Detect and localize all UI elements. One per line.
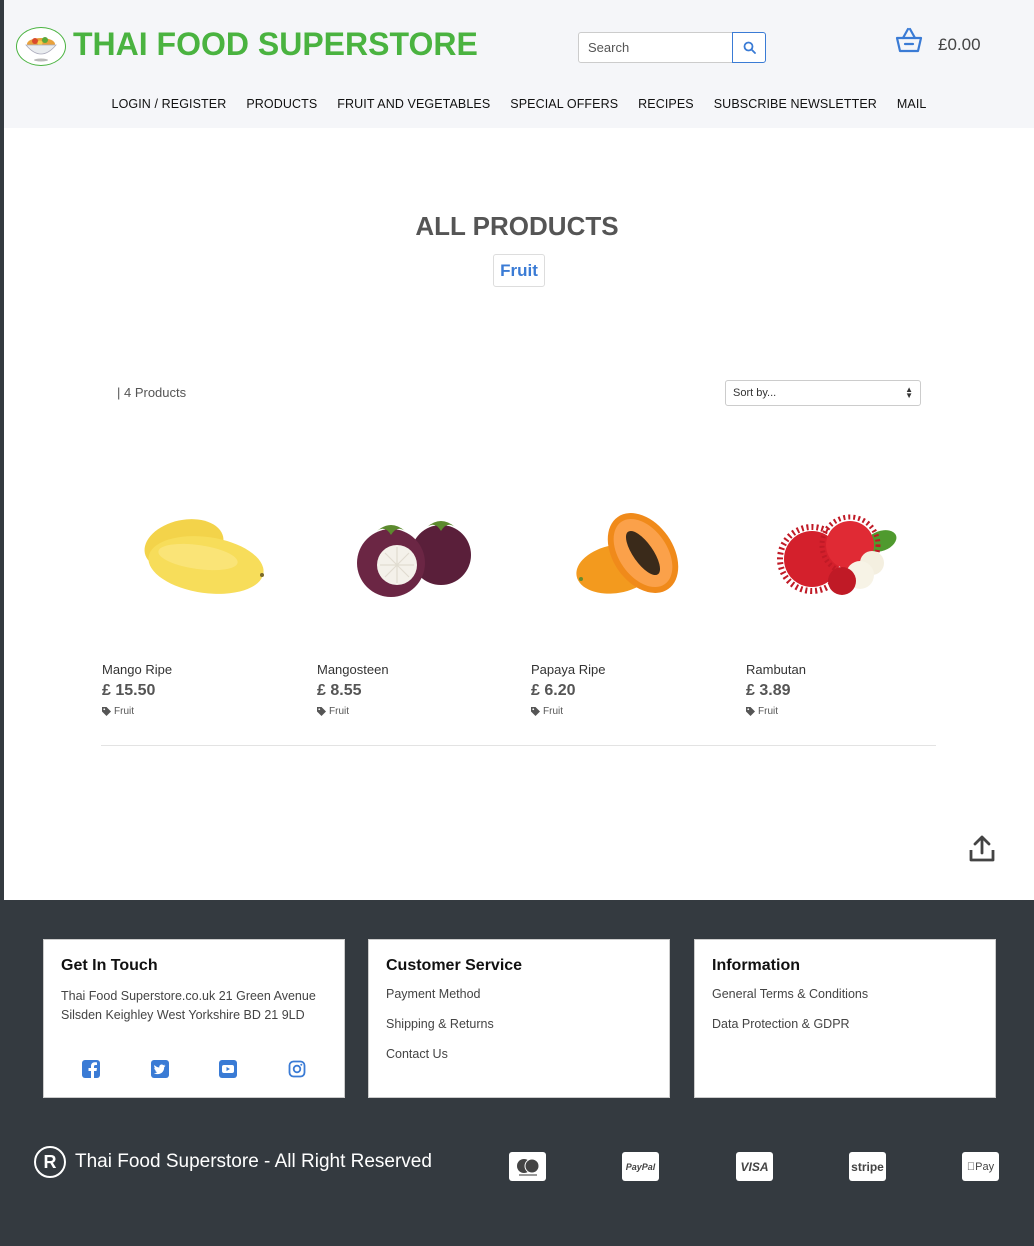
registered-icon: R bbox=[34, 1146, 66, 1178]
product-name[interactable]: Rambutan bbox=[746, 662, 936, 677]
cart-total[interactable]: £0.00 bbox=[938, 35, 981, 55]
sort-arrows-icon: ▲ ▼ bbox=[905, 385, 913, 400]
product-price: £ 15.50 bbox=[102, 682, 156, 699]
sort-select[interactable]: Sort by... ▲ ▼ bbox=[725, 380, 921, 406]
apple-pay-icon: Pay bbox=[962, 1152, 999, 1181]
content-divider bbox=[101, 745, 936, 746]
facebook-icon[interactable] bbox=[82, 1060, 101, 1078]
get-in-touch-card: Get In Touch Thai Food Superstore.co.uk … bbox=[43, 939, 345, 1098]
nav-recipes[interactable]: RECIPES bbox=[628, 97, 704, 111]
nav-subscribe-newsletter[interactable]: SUBSCRIBE NEWSLETTER bbox=[704, 97, 887, 111]
paypal-label: PayPal bbox=[625, 1161, 656, 1172]
customer-service-card: Customer Service Payment Method Shipping… bbox=[368, 939, 670, 1098]
product-category-label: Fruit bbox=[758, 706, 778, 717]
mango-image[interactable] bbox=[102, 470, 292, 640]
product-category-label: Fruit bbox=[329, 706, 349, 717]
rambutan-image[interactable] bbox=[746, 470, 936, 640]
brand-title[interactable]: THAI FOOD SUPERSTORE bbox=[73, 26, 478, 63]
product-name[interactable]: Papaya Ripe bbox=[531, 662, 721, 677]
information-card: Information General Terms & Conditions D… bbox=[694, 939, 996, 1098]
address-line: Thai Food Superstore.co.uk 21 Green Aven… bbox=[61, 989, 316, 1003]
apple-pay-label: Pay bbox=[967, 1160, 994, 1173]
product-price: £ 8.55 bbox=[317, 682, 362, 699]
logo-bowl-icon[interactable] bbox=[16, 27, 66, 66]
card-heading: Customer Service bbox=[386, 957, 523, 974]
product-price: £ 6.20 bbox=[531, 682, 576, 699]
footer-link-gdpr[interactable]: Data Protection & GDPR bbox=[712, 1017, 978, 1031]
tag-icon bbox=[531, 707, 540, 716]
search-button[interactable] bbox=[732, 32, 766, 63]
page-title: ALL PRODUCTS bbox=[415, 211, 619, 241]
mastercard-icon bbox=[509, 1152, 546, 1181]
tag-icon bbox=[317, 707, 326, 716]
copyright-text: Thai Food Superstore - All Right Reserve… bbox=[75, 1151, 432, 1172]
stripe-icon: stripe bbox=[849, 1152, 886, 1181]
papaya-image[interactable] bbox=[531, 470, 721, 640]
footer-link-shipping-returns[interactable]: Shipping & Returns bbox=[386, 1017, 652, 1031]
product-card[interactable]: Papaya Ripe £ 6.20 Fruit bbox=[531, 470, 721, 717]
footer-link-contact-us[interactable]: Contact Us bbox=[386, 1047, 652, 1061]
product-category-label: Fruit bbox=[543, 706, 563, 717]
footer-link-terms[interactable]: General Terms & Conditions bbox=[712, 987, 978, 1001]
footer-link-payment-method[interactable]: Payment Method bbox=[386, 987, 652, 1001]
product-count: | 4 Products bbox=[117, 385, 187, 400]
search-input[interactable] bbox=[578, 32, 734, 63]
nav-special-offers[interactable]: SPECIAL OFFERS bbox=[500, 97, 628, 111]
youtube-icon[interactable] bbox=[219, 1060, 238, 1078]
tag-icon bbox=[746, 707, 755, 716]
copyright: R Thai Food Superstore - All Right Reser… bbox=[34, 1146, 432, 1178]
back-to-top-icon[interactable] bbox=[967, 833, 997, 863]
site-footer: Get In Touch Thai Food Superstore.co.uk … bbox=[4, 900, 1034, 1246]
nav-login-register[interactable]: LOGIN / REGISTER bbox=[102, 97, 237, 111]
site-header: THAI FOOD SUPERSTORE £0.00 LOGIN / REGIS… bbox=[4, 0, 1034, 128]
paypal-icon: PayPal bbox=[622, 1152, 659, 1181]
visa-label: VISA bbox=[740, 1159, 769, 1174]
product-category[interactable]: Fruit bbox=[102, 706, 292, 717]
twitter-icon[interactable] bbox=[150, 1060, 169, 1078]
product-card[interactable]: Mangosteen £ 8.55 Fruit bbox=[317, 470, 507, 717]
product-category[interactable]: Fruit bbox=[746, 706, 936, 717]
nav-mail[interactable]: MAIL bbox=[887, 97, 937, 111]
nav-products[interactable]: PRODUCTS bbox=[236, 97, 327, 111]
category-badge[interactable]: Fruit bbox=[493, 254, 545, 287]
stripe-label: stripe bbox=[851, 1159, 884, 1174]
product-price: £ 3.89 bbox=[746, 682, 791, 699]
product-category[interactable]: Fruit bbox=[317, 706, 507, 717]
address-line: Silsden Keighley West Yorkshire BD 21 9L… bbox=[61, 1008, 305, 1022]
card-heading: Information bbox=[712, 957, 800, 974]
product-card[interactable]: Mango Ripe £ 15.50 Fruit bbox=[102, 470, 292, 717]
sort-select-label: Sort by... bbox=[733, 387, 777, 399]
search-icon bbox=[743, 41, 756, 54]
product-category-label: Fruit bbox=[114, 706, 134, 717]
product-category[interactable]: Fruit bbox=[531, 706, 721, 717]
product-name[interactable]: Mangosteen bbox=[317, 662, 507, 677]
product-card[interactable]: Rambutan £ 3.89 Fruit bbox=[746, 470, 936, 717]
product-name[interactable]: Mango Ripe bbox=[102, 662, 292, 677]
social-links bbox=[44, 1060, 344, 1078]
nav-fruit-and-vegetables[interactable]: FRUIT AND VEGETABLES bbox=[327, 97, 500, 111]
card-heading: Get In Touch bbox=[61, 957, 158, 974]
tag-icon bbox=[102, 707, 111, 716]
visa-icon: VISA bbox=[736, 1152, 773, 1181]
basket-icon[interactable] bbox=[894, 26, 924, 54]
mangosteen-image[interactable] bbox=[317, 470, 507, 640]
main-nav: LOGIN / REGISTER PRODUCTS FRUIT AND VEGE… bbox=[4, 97, 1034, 111]
instagram-icon[interactable] bbox=[288, 1060, 306, 1078]
